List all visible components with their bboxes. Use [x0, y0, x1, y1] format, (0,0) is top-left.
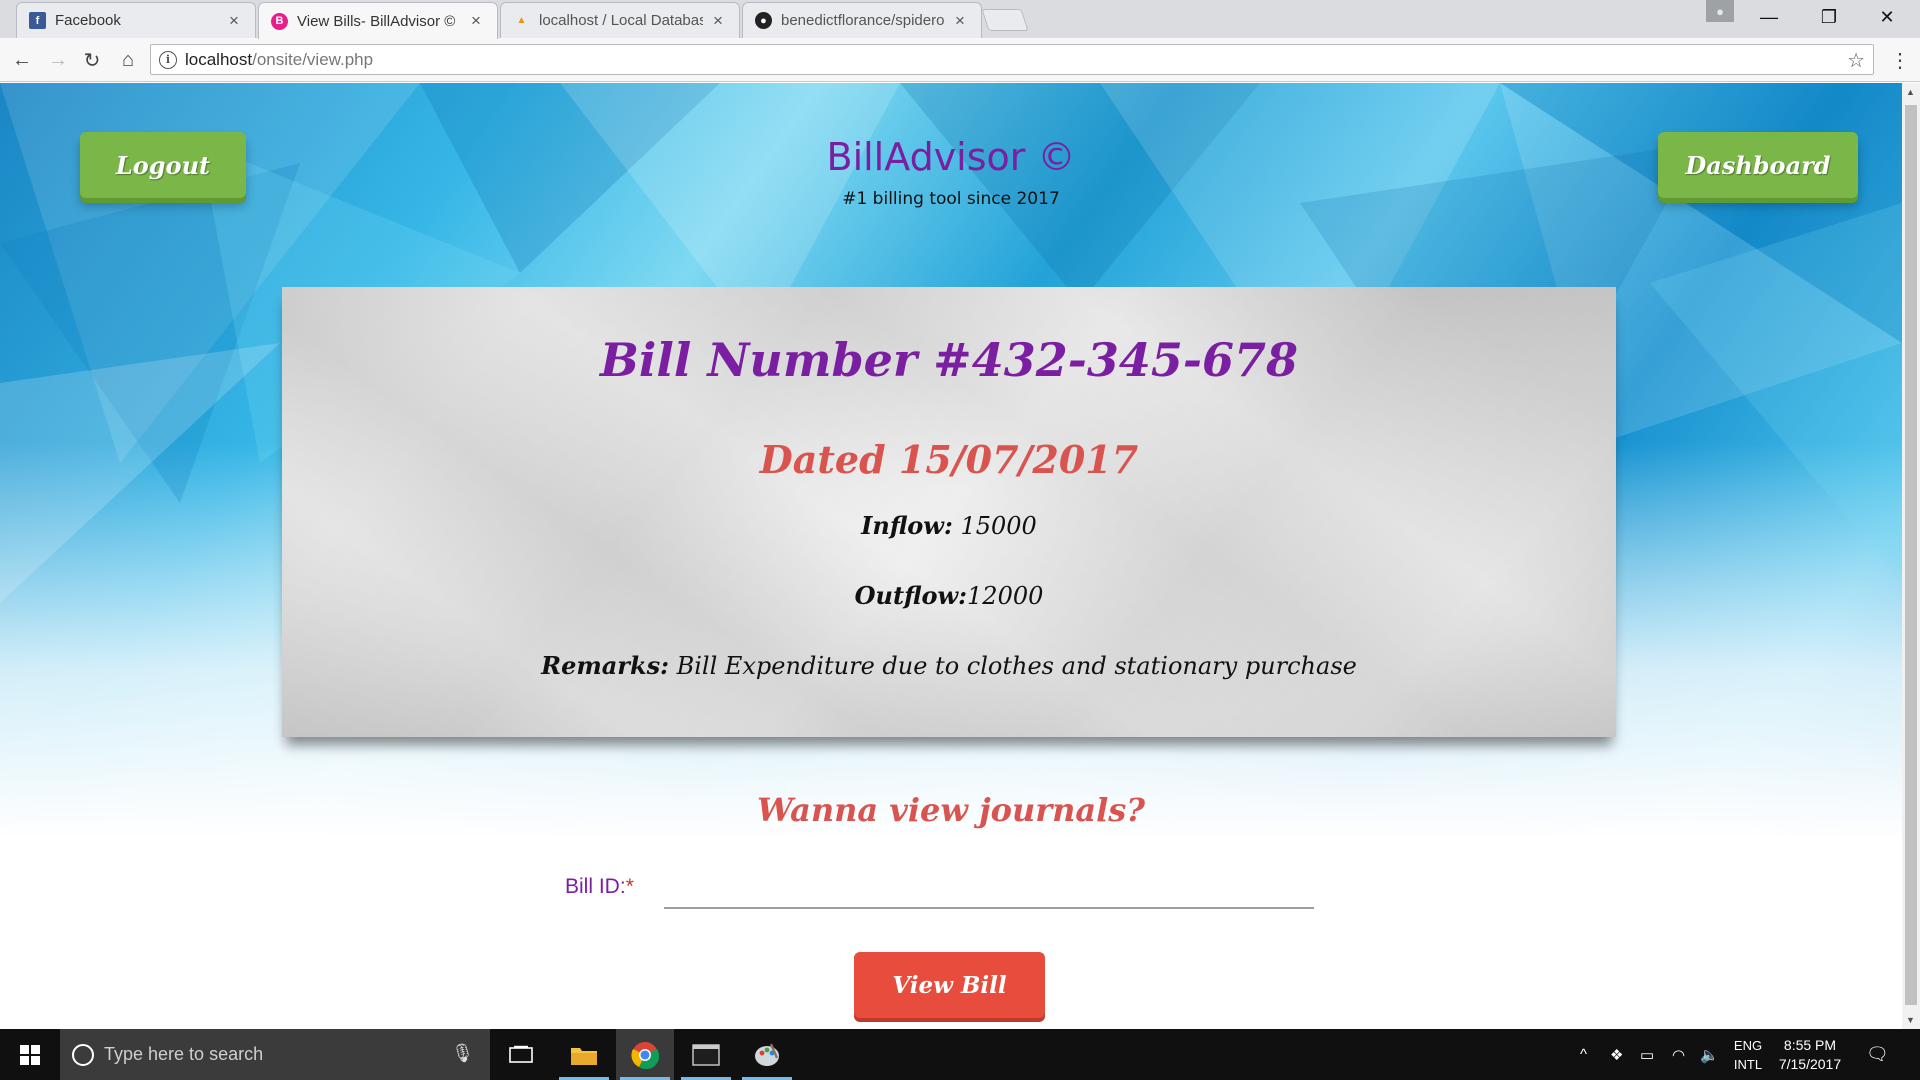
scrollbar-thumb[interactable] — [1905, 105, 1917, 1005]
task-view-icon[interactable] — [492, 1029, 550, 1080]
tab-title: Facebook — [55, 12, 121, 29]
start-button[interactable] — [0, 1029, 60, 1080]
url-host: localhost — [185, 49, 253, 69]
remarks-row: Remarks: Bill Expenditure due to clothes… — [282, 651, 1616, 680]
bill-id-label-text: Bill ID: — [565, 875, 626, 898]
wifi-icon[interactable]: ◠ — [1672, 1029, 1685, 1080]
outflow-row: Outflow:12000 — [282, 581, 1616, 610]
clock-time: 8:55 PM — [1783, 1037, 1837, 1053]
url-path: /onsite/view.php — [252, 49, 374, 69]
back-arrow-icon[interactable]: ← — [8, 46, 36, 74]
keyboard-layout: INTL — [1733, 1057, 1763, 1072]
show-hidden-icons[interactable]: ^ — [1580, 1029, 1587, 1080]
windows-logo-icon — [20, 1044, 40, 1065]
inflow-row: Inflow: 15000 — [282, 511, 1616, 540]
bill-date: Dated 15/07/2017 — [759, 437, 1139, 482]
inflow-label: Inflow: — [861, 511, 953, 540]
action-center-icon[interactable]: 🗨 — [1866, 1029, 1889, 1080]
restore-icon[interactable]: ❐ — [1800, 0, 1858, 34]
info-icon[interactable]: i — [159, 50, 177, 69]
tab-phpmyadmin[interactable]: ▲ localhost / Local Databas × — [500, 2, 740, 38]
chrome-icon[interactable] — [616, 1029, 674, 1080]
browser-toolbar: ← → ↻ ⌂ i localhost/onsite/view.php ☆ ⋮ — [0, 38, 1920, 82]
minimize-icon[interactable]: — — [1740, 0, 1798, 34]
tagline: #1 billing tool since 2017 — [842, 189, 1060, 209]
required-marker: * — [625, 875, 634, 898]
dropbox-icon[interactable]: ❖ — [1610, 1029, 1623, 1080]
reload-icon[interactable]: ↻ — [78, 46, 106, 74]
address-bar[interactable]: i localhost/onsite/view.php ☆ — [150, 44, 1874, 75]
page-viewport: Logout Dashboard BillAdvisor © #1 billin… — [0, 83, 1902, 1029]
volume-icon[interactable]: 🔈 — [1700, 1029, 1719, 1080]
paint-icon[interactable] — [738, 1029, 796, 1080]
language-indicator[interactable]: ENG INTL — [1730, 1036, 1766, 1074]
journals-form-title: Wanna view journals? — [756, 791, 1146, 829]
tab-facebook[interactable]: f Facebook × — [16, 2, 256, 38]
brand-title: BillAdvisor © — [826, 135, 1076, 179]
view-bill-button[interactable]: View Bill — [854, 952, 1045, 1018]
bill-id-input[interactable] — [664, 861, 1314, 909]
scroll-down-arrow-icon[interactable]: ▼ — [1906, 1015, 1915, 1025]
terminal-icon[interactable] — [677, 1029, 735, 1080]
outflow-value: 12000 — [967, 582, 1044, 610]
clock-date: 7/15/2017 — [1778, 1056, 1842, 1072]
battery-icon[interactable]: ▭ — [1640, 1029, 1654, 1080]
remarks-label: Remarks: — [541, 651, 669, 680]
windows-taskbar: Type here to search 🎙 ^ ❖ ▭ ◠ 🔈 ENG INTL… — [0, 1029, 1920, 1080]
microphone-icon[interactable]: 🎙 — [451, 1043, 474, 1064]
search-placeholder: Type here to search — [104, 1044, 264, 1064]
taskbar-search-box[interactable]: Type here to search 🎙 — [60, 1029, 490, 1080]
bill-number: Bill Number #432-345-678 — [600, 333, 1298, 387]
profile-icon[interactable]: ● — [1706, 0, 1734, 22]
outflow-label: Outflow: — [854, 581, 968, 610]
cortana-icon — [72, 1043, 94, 1066]
new-tab-button[interactable] — [981, 9, 1029, 31]
inflow-value: 15000 — [952, 512, 1037, 540]
chrome-menu-icon[interactable]: ⋮ — [1890, 48, 1910, 73]
tab-title: View Bills- BillAdvisor © — [297, 12, 456, 30]
bill-card: Bill Number #432-345-678 Dated 15/07/201… — [282, 287, 1616, 737]
forward-arrow-icon[interactable]: → — [44, 46, 72, 74]
phpmyadmin-icon: ▲ — [516, 15, 527, 26]
tab-title: benedictflorance/spidero — [781, 12, 945, 29]
file-explorer-icon[interactable] — [555, 1029, 613, 1080]
close-window-icon[interactable]: ✕ — [1858, 0, 1916, 34]
tab-title: localhost / Local Databas — [539, 12, 703, 29]
close-tab-icon[interactable]: × — [709, 11, 727, 31]
tab-view-bills[interactable]: B View Bills- BillAdvisor © × — [258, 2, 498, 39]
tab-github[interactable]: ● benedictflorance/spidero × — [742, 2, 982, 38]
system-clock[interactable]: 8:55 PM 7/15/2017 — [1770, 1036, 1850, 1074]
language-code: ENG — [1733, 1038, 1763, 1053]
scroll-up-arrow-icon[interactable]: ▲ — [1906, 87, 1915, 97]
github-icon: ● — [755, 12, 772, 29]
close-tab-icon[interactable]: × — [951, 11, 969, 31]
close-tab-icon[interactable]: × — [467, 11, 485, 31]
bill-id-label: Bill ID:* — [565, 875, 634, 899]
close-tab-icon[interactable]: × — [225, 11, 243, 31]
remarks-value: Bill Expenditure due to clothes and stat… — [668, 652, 1357, 680]
billadvisor-icon: B — [271, 12, 288, 30]
page-scrollbar[interactable]: ▲ ▼ — [1902, 83, 1920, 1029]
home-icon[interactable]: ⌂ — [114, 46, 142, 74]
browser-tab-strip: f Facebook × B View Bills- BillAdvisor ©… — [0, 0, 1920, 39]
bookmark-star-icon[interactable]: ☆ — [1847, 48, 1865, 73]
facebook-icon: f — [29, 12, 46, 29]
